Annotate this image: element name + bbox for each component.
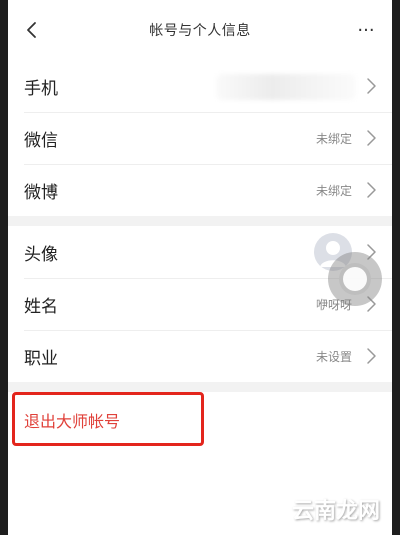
weibo-row[interactable]: 微博 未绑定	[8, 164, 392, 216]
profile-group: 头像 姓名 咿呀呀 职业 未设置	[8, 226, 392, 382]
phone-row[interactable]: 手机	[8, 60, 392, 112]
chevron-left-icon	[27, 22, 36, 38]
logout-button[interactable]: 退出大师帐号	[8, 392, 392, 448]
name-label: 姓名	[24, 296, 58, 317]
wechat-row[interactable]: 微信 未绑定	[8, 112, 392, 164]
assistive-touch-icon	[339, 263, 371, 295]
chevron-right-icon	[367, 130, 376, 146]
wechat-label: 微信	[24, 130, 58, 151]
more-options-button[interactable]: ···	[354, 18, 378, 42]
watermark: 云南龙网	[291, 499, 380, 524]
chevron-right-icon	[367, 348, 376, 364]
section-separator	[8, 382, 392, 392]
more-icon: ···	[357, 19, 375, 41]
weibo-status: 未绑定	[315, 183, 352, 198]
occupation-label: 职业	[24, 348, 58, 369]
phone-number-blurred	[216, 74, 356, 100]
navigation-bar: 帐号与个人信息 ···	[8, 0, 392, 60]
occupation-row[interactable]: 职业 未设置	[8, 330, 392, 382]
occupation-value: 未设置	[315, 349, 352, 364]
phone-label: 手机	[24, 78, 58, 99]
chevron-right-icon	[367, 78, 376, 94]
logout-label: 退出大师帐号	[24, 412, 121, 431]
page-title: 帐号与个人信息	[149, 23, 251, 39]
avatar-label: 头像	[24, 244, 58, 265]
wechat-status: 未绑定	[315, 131, 352, 146]
assistive-touch-button[interactable]	[328, 252, 382, 306]
account-bindings-group: 手机 微信 未绑定 微博 未绑定	[8, 60, 392, 216]
chevron-right-icon	[367, 182, 376, 198]
weibo-label: 微博	[24, 182, 58, 203]
phone-screen: 帐号与个人信息 ··· 手机 微信 未绑定 微博 未绑定 头像 姓名 咿呀呀 职…	[8, 0, 392, 535]
back-button[interactable]	[20, 18, 44, 42]
section-separator	[8, 216, 392, 226]
